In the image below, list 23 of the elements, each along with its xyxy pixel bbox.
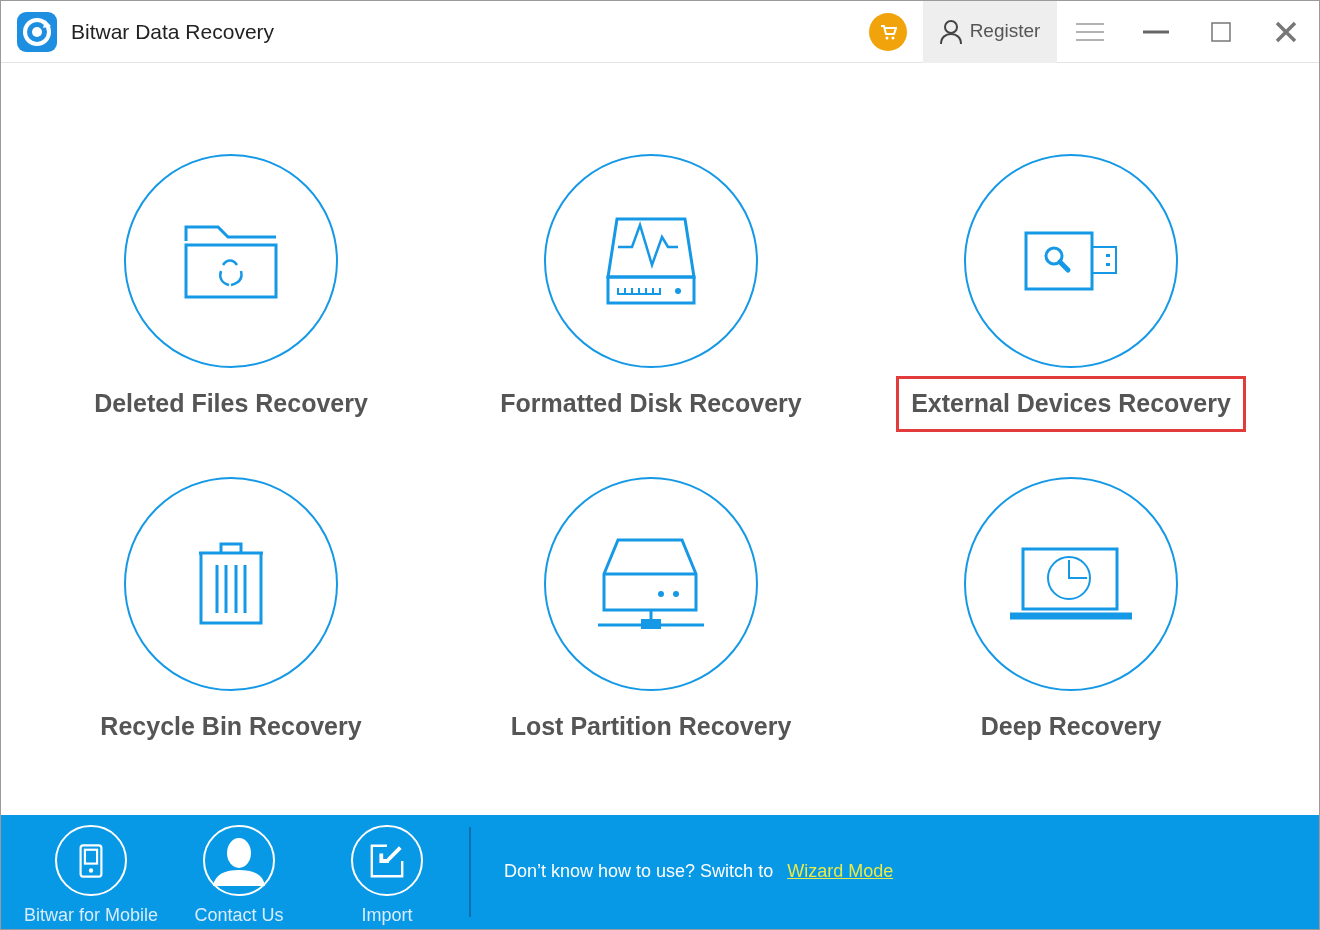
app-logo-icon [17,11,57,52]
menu-icon [1076,22,1104,41]
trash-can-icon [197,540,265,627]
hard-drive-pulse-icon [606,216,696,306]
recovery-mode-label[interactable]: External Devices Recovery [896,376,1246,432]
register-button[interactable]: Register [923,0,1057,63]
network-drive-icon [596,536,706,631]
window-title: Bitwar Data Recovery [71,18,275,45]
recovery-mode-label[interactable]: Deep Recovery [965,698,1177,754]
user-icon [939,19,962,44]
recovery-mode-label[interactable]: Formatted Disk Recovery [485,376,817,432]
recovery-mode-label[interactable]: Deleted Files Recovery [79,376,383,432]
cart-icon [879,22,897,41]
phone-icon [78,842,104,879]
recovery-mode-label[interactable]: Lost Partition Recovery [495,698,807,754]
recovery-mode-label[interactable]: Recycle Bin Recovery [85,698,377,754]
cart-button[interactable] [869,12,907,51]
laptop-clock-icon [1009,545,1133,622]
maximize-icon [1211,21,1231,42]
usb-drive-search-icon [1024,231,1118,291]
minimize-icon [1143,29,1169,34]
hint-text: Don’t know how to use? Switch to [504,859,774,883]
close-icon [1275,20,1297,43]
